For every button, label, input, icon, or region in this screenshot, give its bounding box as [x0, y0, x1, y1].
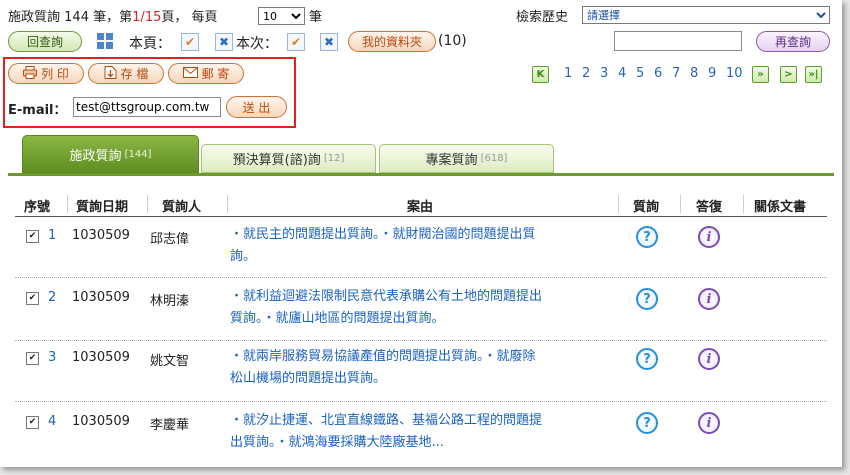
- last-page-button[interactable]: »|: [805, 66, 822, 83]
- history-label: 檢索歷史: [516, 10, 569, 25]
- summary-total: 144: [64, 10, 89, 25]
- this-time-label: 本次：: [236, 36, 278, 52]
- header-serial: 序號: [24, 200, 51, 215]
- row-number[interactable]: 3: [48, 350, 56, 365]
- grid-view-icon[interactable]: [96, 32, 114, 50]
- result-summary: 施政質詢 144 筆，第1/15頁， 每頁: [8, 10, 218, 25]
- row-checkbox[interactable]: ✔: [26, 416, 39, 429]
- inquiry-question-icon[interactable]: ?: [636, 288, 658, 310]
- row-reason[interactable]: ・就汐止捷運、北宜直線鐵路、基福公路工程的問題提 出質詢。・就鴻海要採購大陸廠基…: [230, 410, 615, 454]
- page-link-10[interactable]: 10: [726, 66, 743, 81]
- row-date: 1030509: [72, 414, 130, 429]
- header-underline: [15, 216, 827, 217]
- page-frame: 施政質詢 144 筆，第1/15頁， 每頁 10 筆 檢索歷史 請選擇 回查詢 …: [0, 0, 842, 467]
- header-reason: 案由: [407, 200, 434, 215]
- first-page-icon: K: [536, 69, 545, 80]
- row-number[interactable]: 1: [48, 228, 56, 243]
- row-date: 1030509: [72, 290, 130, 305]
- this-page-clear-button[interactable]: ✖: [215, 33, 233, 51]
- per-page-unit: 筆: [309, 10, 323, 25]
- folder-count: (10): [438, 33, 467, 49]
- this-page-select-all-button[interactable]: ✔: [181, 33, 199, 51]
- header-inquiry: 質詢: [633, 200, 660, 215]
- page-link-5[interactable]: 5: [636, 66, 644, 81]
- header-reply: 答復: [696, 200, 723, 215]
- this-time-clear-button[interactable]: ✖: [320, 33, 338, 51]
- this-page-label: 本頁：: [129, 36, 171, 52]
- inquiry-question-icon[interactable]: ?: [636, 348, 658, 370]
- history-select[interactable]: 請選擇: [582, 6, 830, 24]
- row-checkbox[interactable]: ✔: [26, 292, 39, 305]
- tab-budget-inquiry[interactable]: 預決算質(諮)詢 [12]: [201, 144, 376, 173]
- row-divider: [15, 340, 827, 341]
- page-link-6[interactable]: 6: [654, 66, 662, 81]
- row-reason[interactable]: ・就民主的問題提出質詢。・就財閥治國的問題提出質 詢。: [230, 224, 615, 268]
- page-link-9[interactable]: 9: [708, 66, 716, 81]
- requery-input[interactable]: [614, 31, 742, 51]
- save-file-icon: [104, 65, 117, 82]
- first-page-button[interactable]: K: [532, 66, 549, 83]
- row-date: 1030509: [72, 350, 130, 365]
- tab-policy-inquiry[interactable]: 施政質詢 [144]: [22, 135, 199, 173]
- summary-title: 施政質詢: [8, 10, 61, 25]
- row-number[interactable]: 4: [48, 414, 56, 429]
- row-number[interactable]: 2: [48, 290, 56, 305]
- row-person: 李慶華: [150, 418, 190, 433]
- save-button[interactable]: 存 檔: [88, 63, 164, 84]
- page-link-4[interactable]: 4: [618, 66, 626, 81]
- row-person: 姚文智: [150, 354, 190, 369]
- last-page-icon: »|: [808, 69, 819, 80]
- per-page-label: 每頁: [191, 10, 218, 25]
- summary-unit: 筆，第: [93, 10, 133, 25]
- page-link-3[interactable]: 3: [600, 66, 608, 81]
- per-page-select[interactable]: 10: [258, 7, 305, 25]
- row-reason[interactable]: ・就利益迴避法限制民意代表承購公有土地的問題提出 質詢。・就廬山地區的問題提出質…: [230, 286, 615, 330]
- page-link-2[interactable]: 2: [582, 66, 590, 81]
- back-query-button[interactable]: 回查詢: [8, 31, 82, 52]
- header-documents: 關係文書: [754, 200, 807, 215]
- page-link-7[interactable]: 7: [672, 66, 680, 81]
- email-label: E-mail：: [8, 103, 67, 118]
- next-page-icon: >: [784, 69, 793, 80]
- header-date: 質詢日期: [76, 200, 129, 215]
- inquiry-question-icon[interactable]: ?: [636, 226, 658, 248]
- reply-info-icon[interactable]: i: [698, 288, 720, 310]
- inquiry-question-icon[interactable]: ?: [636, 412, 658, 434]
- row-reason[interactable]: ・就兩岸服務貿易協議產值的問題提出質詢。・就廢除 松山機場的問題提出質詢。: [230, 346, 615, 390]
- email-input[interactable]: [73, 97, 221, 117]
- row-person: 林明溱: [150, 294, 190, 309]
- reply-info-icon[interactable]: i: [698, 226, 720, 248]
- page-link-8[interactable]: 8: [690, 66, 698, 81]
- tab-special-inquiry[interactable]: 專案質詢 [618]: [379, 144, 554, 173]
- requery-button[interactable]: 再查詢: [756, 31, 830, 52]
- my-folder-button[interactable]: 我的資料夾: [348, 31, 436, 52]
- row-divider: [15, 401, 827, 402]
- print-button[interactable]: 列 印: [8, 63, 84, 84]
- row-date: 1030509: [72, 228, 130, 243]
- reply-info-icon[interactable]: i: [698, 412, 720, 434]
- row-person: 邱志偉: [150, 232, 190, 247]
- this-time-select-all-button[interactable]: ✔: [287, 33, 305, 51]
- next-group-button[interactable]: »: [752, 66, 769, 83]
- row-checkbox[interactable]: ✔: [26, 352, 39, 365]
- summary-total-pages: 15: [144, 10, 162, 25]
- envelope-icon: [182, 66, 198, 81]
- row-checkbox[interactable]: ✔: [26, 230, 39, 243]
- next-group-icon: »: [757, 69, 764, 80]
- header-person: 質詢人: [162, 200, 202, 215]
- mail-button[interactable]: 郵 寄: [168, 63, 244, 84]
- next-page-button[interactable]: >: [780, 66, 797, 83]
- printer-icon: [23, 65, 38, 82]
- reply-info-icon[interactable]: i: [698, 348, 720, 370]
- row-divider: [15, 277, 827, 278]
- send-button[interactable]: 送 出: [226, 96, 287, 118]
- tab-underline: [8, 173, 834, 176]
- page-link-1[interactable]: 1: [564, 66, 572, 81]
